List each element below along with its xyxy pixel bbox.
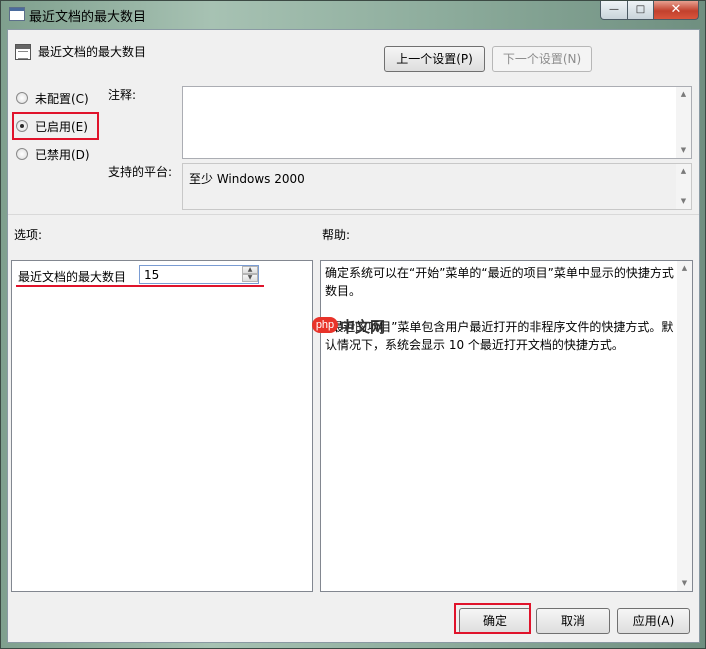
help-paragraph: 确定系统可以在“开始”菜单的“最近的项目”菜单中显示的快捷方式数目。 [325,266,674,298]
comment-scrollbar[interactable]: ▲ ▼ [676,87,691,158]
ok-highlight-box [454,603,531,634]
spin-down-arrow-icon[interactable]: ▼ [242,274,258,282]
watermark: php 中文网 [312,317,402,336]
setting-icon [15,44,31,60]
annotation-underline [16,285,264,287]
platform-scrollbar[interactable]: ▲ ▼ [676,164,691,209]
watermark-text: 中文网 [340,318,386,336]
apply-button[interactable]: 应用(A) [617,608,690,634]
max-docs-spinbox[interactable]: ▲ ▼ [139,265,259,284]
options-panel: 最近文档的最大数目 ▲ ▼ [11,260,313,592]
max-docs-label: 最近文档的最大数目 [18,270,127,284]
help-label: 帮助: [322,228,351,242]
scroll-up-arrow-icon[interactable]: ▲ [677,261,692,276]
divider [8,214,699,215]
supported-platform-value: 至少 Windows 2000 [189,172,305,186]
scroll-down-arrow-icon[interactable]: ▼ [676,143,691,158]
minimize-button[interactable]: — [600,1,628,20]
spin-up-arrow-icon[interactable]: ▲ [242,266,258,274]
watermark-badge: php [312,317,338,333]
dialog-window: 最近文档的最大数目 — □ ✕ 最近文档的最大数目 上一个设置(P) 下一个设置… [0,0,706,649]
help-scrollbar[interactable]: ▲ ▼ [677,261,692,591]
supported-platform-label: 支持的平台: [108,165,173,179]
window-title: 最近文档的最大数目 [29,10,147,25]
scroll-up-arrow-icon[interactable]: ▲ [676,87,691,102]
close-button[interactable]: ✕ [653,1,699,20]
options-label: 选项: [14,228,43,242]
policy-icon [9,7,25,21]
radio-label: 未配置(C) [35,92,89,106]
maximize-button[interactable]: □ [627,1,654,20]
previous-setting-button[interactable]: 上一个设置(P) [384,46,485,72]
scroll-down-arrow-icon[interactable]: ▼ [676,194,691,209]
help-panel: 确定系统可以在“开始”菜单的“最近的项目”菜单中显示的快捷方式数目。 “最近的项… [312,260,693,592]
radio-button[interactable] [16,148,28,160]
max-docs-input[interactable] [140,266,240,283]
title-bar[interactable]: 最近文档的最大数目 — □ ✕ [1,1,705,29]
dialog-client-area: 最近文档的最大数目 上一个设置(P) 下一个设置(N) 未配置(C) 已启用(E… [7,29,700,643]
radio-button[interactable] [16,92,28,104]
supported-platform-box: 至少 Windows 2000 ▲ ▼ [182,163,692,210]
setting-title: 最近文档的最大数目 [38,45,147,59]
comment-label: 注释: [108,88,137,102]
next-setting-button[interactable]: 下一个设置(N) [492,46,592,72]
scroll-down-arrow-icon[interactable]: ▼ [677,576,692,591]
cancel-button[interactable]: 取消 [536,608,610,634]
radio-label: 已禁用(D) [35,148,90,162]
comment-textarea[interactable]: ▲ ▼ [182,86,692,159]
enabled-highlight-box [12,112,99,140]
scroll-up-arrow-icon[interactable]: ▲ [676,164,691,179]
